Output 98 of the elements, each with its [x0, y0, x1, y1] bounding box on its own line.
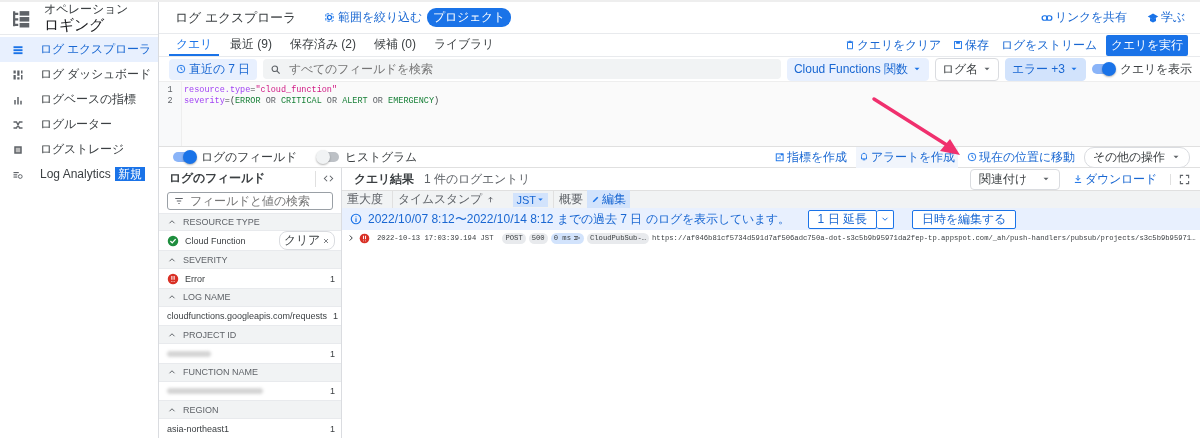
error-icon [167, 272, 179, 285]
more-actions-dropdown[interactable]: その他の操作 [1084, 146, 1190, 168]
close-icon [322, 236, 330, 245]
filter-dropdown[interactable]: ログ名 [935, 57, 999, 81]
filter-dropdown[interactable]: エラー +3 [1005, 57, 1086, 81]
download-link[interactable]: ダウンロード [1070, 168, 1160, 190]
arrow-up-icon [486, 195, 495, 204]
page-title: ログ エクスプローラ [175, 8, 296, 27]
line-number: 1 [167, 85, 173, 96]
field-search[interactable]: フィールドと値の検索 [167, 191, 333, 210]
clock-icon [967, 152, 977, 162]
header-link[interactable]: リンクを共有 [1038, 7, 1130, 28]
field-value[interactable]: cloudfunctions.googleapis.com/requests [167, 311, 328, 322]
time-range-button[interactable]: 直近の 7 日 [169, 58, 258, 80]
dropdown-button[interactable] [876, 209, 894, 229]
column-header[interactable]: タイムスタンプ [398, 191, 482, 208]
code-line: resource.type="cloud_function" [184, 85, 339, 96]
search-field[interactable]: すべてのフィールドを検索 [263, 59, 781, 79]
list-icon [12, 43, 24, 56]
filter-dropdown[interactable]: Cloud Functions 関数 [786, 57, 929, 81]
nav-item[interactable]: ログ ダッシュボード [0, 62, 158, 87]
section-header[interactable]: REGION [159, 400, 341, 420]
graduation-cap-icon [1147, 11, 1159, 24]
action-link[interactable]: 現在の位置に移動 [964, 146, 1078, 168]
nav-item[interactable]: ログストレージ [0, 137, 158, 162]
search-icon [270, 64, 282, 75]
code-line: severity=(ERROR OR CRITICAL OR ALERT OR EMERGENCY) [184, 96, 441, 107]
header-link[interactable]: 学ぶ [1144, 7, 1188, 28]
action-link[interactable]: 指標を作成 [772, 146, 850, 168]
run-query-button[interactable]: クエリを実行 [1106, 34, 1188, 56]
toggle-label: ヒストグラム [345, 148, 417, 166]
toolbar-link[interactable]: ログをストリーム [998, 34, 1100, 56]
toggle-switch[interactable] [317, 152, 339, 162]
bell-icon [859, 152, 869, 162]
edit-time-button[interactable]: 日時を編集する [911, 209, 1016, 229]
field-value[interactable]: Cloud Function [185, 235, 246, 246]
extend-button[interactable]: 1 日 延長 [807, 209, 877, 229]
column-header: 重大度 [347, 191, 383, 208]
tab[interactable]: 最近 (9) [223, 34, 279, 56]
code-brackets-icon [323, 173, 334, 185]
download-icon [1073, 174, 1083, 184]
refine-scope-button[interactable]: 範囲を絞り込む [319, 7, 425, 28]
nav-item[interactable]: ログベースの指標 [0, 87, 158, 112]
chart-add-icon [775, 152, 785, 162]
check-circle-icon [167, 234, 179, 247]
tab[interactable]: 候補 (0) [367, 34, 423, 56]
scope-badge[interactable]: プロジェクト [426, 8, 511, 27]
value-count: 1 [330, 348, 335, 359]
toolbar-link[interactable]: 保存 [950, 34, 992, 56]
tab[interactable]: クエリ [169, 34, 219, 56]
fullscreen-icon [1179, 173, 1190, 185]
error-icon [359, 232, 370, 244]
focus-scope-icon [322, 11, 336, 24]
column-header: 概要 [559, 191, 583, 208]
field-value[interactable]: asia-northeast1 [167, 423, 230, 434]
panel-title: ログのフィールド [169, 170, 265, 188]
notice-text: 2022/10/07 8:12〜2022/10/14 8:12 までの過去 7 日 のログを表示しています。 [368, 210, 790, 228]
clear-chip[interactable]: クリア [279, 231, 335, 251]
toggle-switch[interactable] [173, 152, 195, 162]
value-count: 1 [330, 386, 335, 397]
section-header[interactable]: FUNCTION NAME [159, 362, 341, 382]
query-editor[interactable]: 1 2 resource.type="cloud_function" severity=(ERROR OR CRITICAL OR ALERT OR EMERGENCY) [159, 81, 1200, 147]
section-header[interactable]: PROJECT ID [159, 325, 341, 345]
storage-icon [12, 143, 24, 156]
field-value[interactable]: Error [185, 273, 205, 284]
nav-item[interactable]: ログ エクスプローラ [0, 37, 158, 62]
line-number: 2 [167, 96, 173, 107]
value-count: 1 [330, 273, 335, 284]
correlate-dropdown[interactable]: 関連付け [970, 168, 1060, 190]
lines-icon [572, 234, 581, 242]
caret-icon [536, 195, 545, 204]
tab[interactable]: 保存済み (2) [283, 34, 363, 56]
nav-item[interactable]: ログルーター [0, 112, 158, 137]
nav-item[interactable]: Log Analytics 新規 [0, 162, 158, 187]
fullscreen-button[interactable] [1170, 173, 1190, 185]
toggle-label: ログのフィールド [201, 148, 297, 166]
section-header[interactable]: RESOURCE TYPE [159, 212, 341, 232]
dashboard-icon [12, 68, 24, 81]
product-title: ロギング [44, 16, 105, 33]
filter-icon [174, 195, 184, 206]
toolbar-link[interactable]: クエリをクリア [842, 34, 944, 56]
trash-icon [845, 40, 855, 50]
tab[interactable]: ライブラリ [427, 34, 501, 56]
timezone-dropdown[interactable]: JST [513, 192, 548, 207]
toggle-label: クエリを表示 [1120, 60, 1192, 78]
section-header[interactable]: SEVERITY [159, 250, 341, 270]
pencil-icon [591, 195, 600, 204]
value-count: 1 [330, 423, 335, 434]
new-badge: 新規 [114, 167, 145, 181]
toggle-switch[interactable] [1092, 64, 1114, 74]
section-header[interactable]: LOG NAME [159, 287, 341, 307]
info-icon [350, 213, 362, 225]
clock-icon [176, 64, 186, 74]
value-count: 1 [333, 311, 339, 322]
results-title: クエリ結果 [354, 170, 414, 188]
results-summary: 1 件のログエントリ [424, 170, 530, 188]
shuffle-icon [12, 118, 24, 131]
section-label: オペレーション [44, 3, 128, 16]
